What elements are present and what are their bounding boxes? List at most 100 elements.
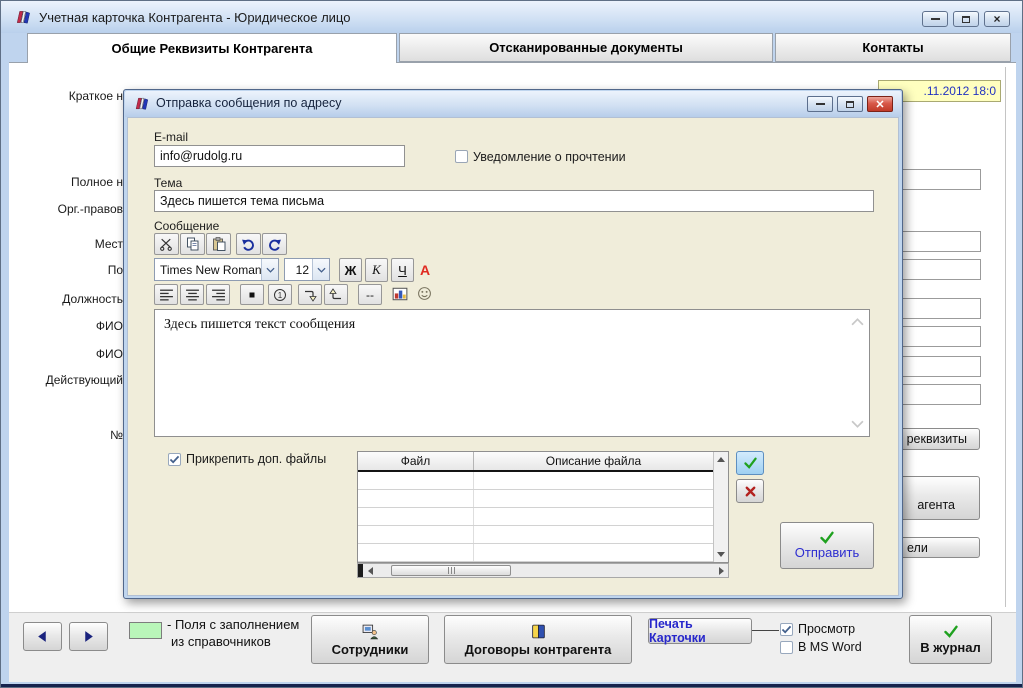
next-record-button[interactable]	[69, 622, 108, 651]
paste-button[interactable]	[206, 233, 231, 255]
number-one-icon: 1	[273, 288, 287, 302]
dash-label: --	[366, 288, 374, 302]
horizontal-scrollbar[interactable]	[357, 563, 729, 578]
numbered-list-button[interactable]: 1	[268, 284, 292, 305]
attach-files-checkbox[interactable]	[168, 453, 181, 466]
outdent-button[interactable]	[324, 284, 348, 305]
column-header-description[interactable]: Описание файла	[474, 452, 713, 470]
vertical-scrollbar[interactable]	[713, 452, 728, 562]
align-left-button[interactable]	[154, 284, 178, 305]
bullet-list-button[interactable]	[240, 284, 264, 305]
bold-button[interactable]: Ж	[339, 258, 362, 282]
datetime-value: .11.2012 18:0	[923, 84, 996, 98]
column-header-file[interactable]: Файл	[358, 452, 474, 470]
font-color-button[interactable]: А	[420, 262, 430, 278]
table-row[interactable]	[358, 526, 713, 544]
table-row[interactable]	[358, 490, 713, 508]
preview-checkbox-label: Просмотр	[798, 622, 855, 636]
redo-icon	[267, 238, 282, 251]
align-center-icon	[185, 288, 200, 301]
italic-button[interactable]: К	[365, 258, 388, 282]
horizontal-rule-button[interactable]: --	[358, 284, 382, 305]
scroll-up-icon[interactable]	[715, 453, 727, 466]
scroll-down-icon[interactable]	[851, 420, 864, 428]
indent-button[interactable]	[298, 284, 322, 305]
reference-field-swatch	[129, 622, 162, 639]
font-size-select[interactable]: 12	[284, 258, 330, 281]
undo-button[interactable]	[236, 233, 261, 255]
email-field[interactable]	[154, 145, 405, 167]
add-file-button[interactable]	[736, 451, 764, 475]
field-label-postal: По	[1, 263, 123, 277]
scroll-thumb[interactable]	[391, 565, 511, 576]
table-row[interactable]	[358, 472, 713, 490]
scroll-down-icon[interactable]	[715, 548, 727, 561]
close-icon[interactable]: ×	[984, 11, 1010, 27]
underline-label: Ч	[398, 263, 407, 278]
tab-contacts[interactable]: Контакты	[775, 33, 1011, 62]
check-icon	[943, 625, 959, 638]
print-card-button[interactable]: Печать Карточки	[648, 618, 752, 644]
books-icon	[134, 95, 152, 113]
preview-checkbox[interactable]	[780, 623, 793, 636]
files-table-header: Файл Описание файла	[358, 452, 713, 472]
message-textarea[interactable]: Здесь пишется текст сообщения	[154, 309, 870, 437]
align-center-button[interactable]	[180, 284, 204, 305]
send-button[interactable]: Отправить	[780, 522, 874, 569]
table-row[interactable]	[358, 508, 713, 526]
print-card-label: Печать Карточки	[649, 617, 751, 645]
align-right-icon	[211, 288, 226, 301]
scroll-up-icon[interactable]	[851, 318, 864, 326]
scroll-left-icon[interactable]	[363, 564, 377, 577]
read-receipt-checkbox[interactable]	[455, 150, 468, 163]
tab-scanned-documents[interactable]: Отсканированные документы	[399, 33, 773, 62]
contracts-button[interactable]: Договоры контрагента	[444, 615, 632, 664]
arrow-bend-right-icon	[303, 288, 317, 302]
employees-button[interactable]: Сотрудники	[311, 615, 429, 664]
remove-file-button[interactable]	[736, 479, 764, 503]
send-message-dialog: Отправка сообщения по адресу ✕ E-mail Ув…	[123, 89, 903, 599]
close-icon[interactable]: ✕	[867, 96, 893, 112]
table-row[interactable]	[358, 544, 713, 562]
read-receipt-label: Уведомление о прочтении	[473, 150, 626, 164]
send-button-label: Отправить	[795, 545, 859, 560]
legend-text-line1: - Поля с заполнением	[167, 617, 299, 632]
cut-button[interactable]	[154, 233, 179, 255]
undo-icon	[241, 238, 256, 251]
restore-icon[interactable]	[837, 96, 863, 112]
connector-line	[752, 630, 779, 631]
arrow-left-icon	[36, 630, 49, 643]
email-label: E-mail	[154, 130, 188, 144]
cross-icon	[744, 485, 757, 498]
journal-button[interactable]: В журнал	[909, 615, 992, 664]
field-label-short-name: Краткое н	[1, 89, 123, 103]
field-label-location: Мест	[1, 237, 123, 251]
contract-book-icon	[530, 623, 547, 640]
restore-icon[interactable]	[953, 11, 979, 27]
redo-button[interactable]	[262, 233, 287, 255]
chevron-down-icon[interactable]	[312, 259, 329, 280]
minimize-icon[interactable]	[807, 96, 833, 112]
employees-icon	[362, 623, 379, 640]
smiley-icon[interactable]	[417, 286, 432, 301]
check-icon	[169, 455, 180, 464]
insert-image-icon[interactable]	[392, 287, 408, 301]
employees-button-label: Сотрудники	[332, 642, 409, 657]
msword-checkbox[interactable]	[780, 641, 793, 654]
minimize-icon[interactable]	[922, 11, 948, 27]
copy-button[interactable]	[180, 233, 205, 255]
scroll-right-icon[interactable]	[714, 564, 728, 577]
scissors-icon	[159, 238, 174, 251]
attach-files-label: Прикрепить доп. файлы	[186, 452, 326, 466]
prev-record-button[interactable]	[23, 622, 62, 651]
tab-general-details[interactable]: Общие Реквизиты Контрагента	[27, 33, 397, 63]
font-family-select[interactable]: Times New Roman	[154, 258, 279, 281]
align-right-button[interactable]	[206, 284, 230, 305]
screen: Учетная карточка Контрагента - Юридическ…	[0, 0, 1023, 688]
underline-button[interactable]: Ч	[391, 258, 414, 282]
chevron-down-icon[interactable]	[261, 259, 278, 280]
files-table: Файл Описание файла	[357, 451, 729, 563]
subject-field[interactable]	[154, 190, 874, 212]
dialog-window-controls: ✕	[807, 96, 893, 112]
check-icon	[743, 457, 758, 469]
